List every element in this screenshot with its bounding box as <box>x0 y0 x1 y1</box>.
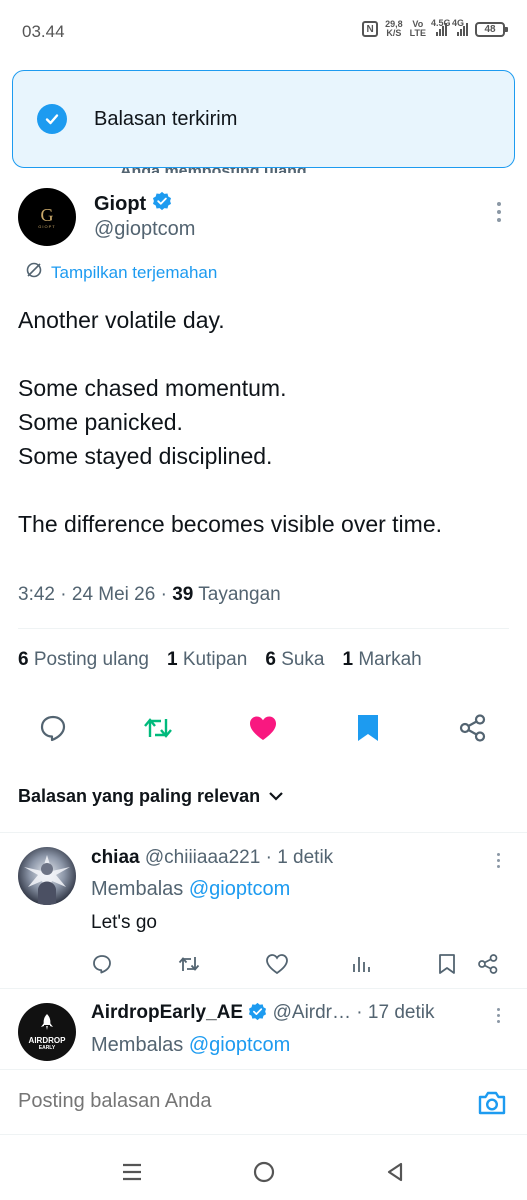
nfc-icon: N <box>362 21 379 37</box>
likes-stat[interactable]: 6 Suka <box>265 649 324 671</box>
reply-author-handle[interactable]: @Airdr… <box>273 1002 351 1023</box>
replying-to: Membalas @gioptcom <box>91 1034 291 1056</box>
rocket-icon <box>36 1013 58 1036</box>
author-handle[interactable]: @gioptcom <box>94 218 195 241</box>
signal-icon-2: 4G <box>452 18 468 36</box>
camera-icon[interactable] <box>477 1088 507 1118</box>
tweet-stats: 6 Posting ulang 1 Kutipan 6 Suka 1 Marka… <box>18 649 422 671</box>
reply-time: 1 detik <box>277 847 334 868</box>
network-speed: 29,8 K/S <box>385 19 403 38</box>
views-count: 39 <box>172 584 194 605</box>
sort-replies-dropdown[interactable]: Balasan yang paling relevan <box>18 786 284 807</box>
reply-text: Let's go <box>91 912 157 933</box>
quotes-stat[interactable]: 1 Kutipan <box>167 649 247 671</box>
chevron-down-icon <box>268 786 284 807</box>
more-options-icon[interactable] <box>497 853 501 868</box>
reply-input[interactable] <box>18 1090 438 1113</box>
repost-icon[interactable] <box>140 710 176 746</box>
reply-time: 17 detik <box>367 1002 435 1023</box>
translate-icon <box>25 261 43 284</box>
divider <box>0 832 527 833</box>
volte-icon: Vo LTE <box>409 19 426 38</box>
show-translation-link[interactable]: Tampilkan terjemahan <box>25 261 217 284</box>
divider <box>0 988 527 989</box>
share-icon[interactable] <box>475 951 501 977</box>
bookmark-icon[interactable] <box>434 951 460 977</box>
more-options-icon[interactable] <box>497 1008 501 1023</box>
views-icon[interactable] <box>348 951 374 977</box>
menu-icon[interactable] <box>119 1159 145 1185</box>
home-icon[interactable] <box>251 1159 277 1185</box>
bookmark-icon[interactable] <box>350 710 386 746</box>
like-icon[interactable] <box>245 710 281 746</box>
battery-icon: 48 <box>475 21 508 37</box>
tweet-actions <box>0 710 527 746</box>
check-circle-icon <box>37 104 67 134</box>
signal-icon-1: 4.5G <box>431 18 451 36</box>
verified-badge-icon <box>248 1002 267 1027</box>
reply-author-name[interactable]: chiaa <box>91 847 140 868</box>
more-options-icon[interactable] <box>497 202 501 222</box>
share-icon[interactable] <box>455 710 491 746</box>
reply-actions <box>0 951 527 977</box>
tweet-text: Another volatile day. Some chased moment… <box>18 307 442 537</box>
reply-icon[interactable] <box>89 951 115 977</box>
status-bar: 03.44 N 29,8 K/S Vo LTE 4.5G 4G 48 <box>0 0 527 64</box>
reply-author-handle[interactable]: @chiiiaaa221 <box>145 847 260 868</box>
reply-icon[interactable] <box>35 710 71 746</box>
mention-link[interactable]: @gioptcom <box>189 1034 290 1056</box>
author-avatar[interactable]: G GIOPT <box>18 188 76 246</box>
repost-icon[interactable] <box>176 951 202 977</box>
mention-link[interactable]: @gioptcom <box>189 878 290 900</box>
reply-avatar[interactable]: AIRDROP EARLY <box>18 1003 76 1061</box>
replying-to: Membalas @gioptcom <box>91 878 291 900</box>
system-nav-bar <box>0 1135 527 1200</box>
like-icon[interactable] <box>264 951 290 977</box>
status-time: 03.44 <box>22 22 65 41</box>
verified-badge-icon <box>152 191 172 217</box>
status-icons: N 29,8 K/S Vo LTE 4.5G 4G 48 <box>362 18 508 38</box>
toast-message: Balasan terkirim <box>94 107 238 130</box>
reply-compose-bar <box>0 1069 527 1135</box>
reply-avatar[interactable] <box>18 847 76 905</box>
reposts-stat[interactable]: 6 Posting ulang <box>18 649 149 671</box>
author-name[interactable]: Giopt <box>94 191 172 217</box>
divider <box>18 628 509 629</box>
tweet-meta: 3:42 · 24 Mei 26 · 39 Tayangan <box>18 584 281 605</box>
reply-author-name[interactable]: AirdropEarly_AE <box>91 1002 243 1023</box>
reply-sent-toast[interactable]: Balasan terkirim <box>12 70 515 168</box>
back-icon[interactable] <box>382 1159 408 1185</box>
bookmarks-stat[interactable]: 1 Markah <box>343 649 422 671</box>
